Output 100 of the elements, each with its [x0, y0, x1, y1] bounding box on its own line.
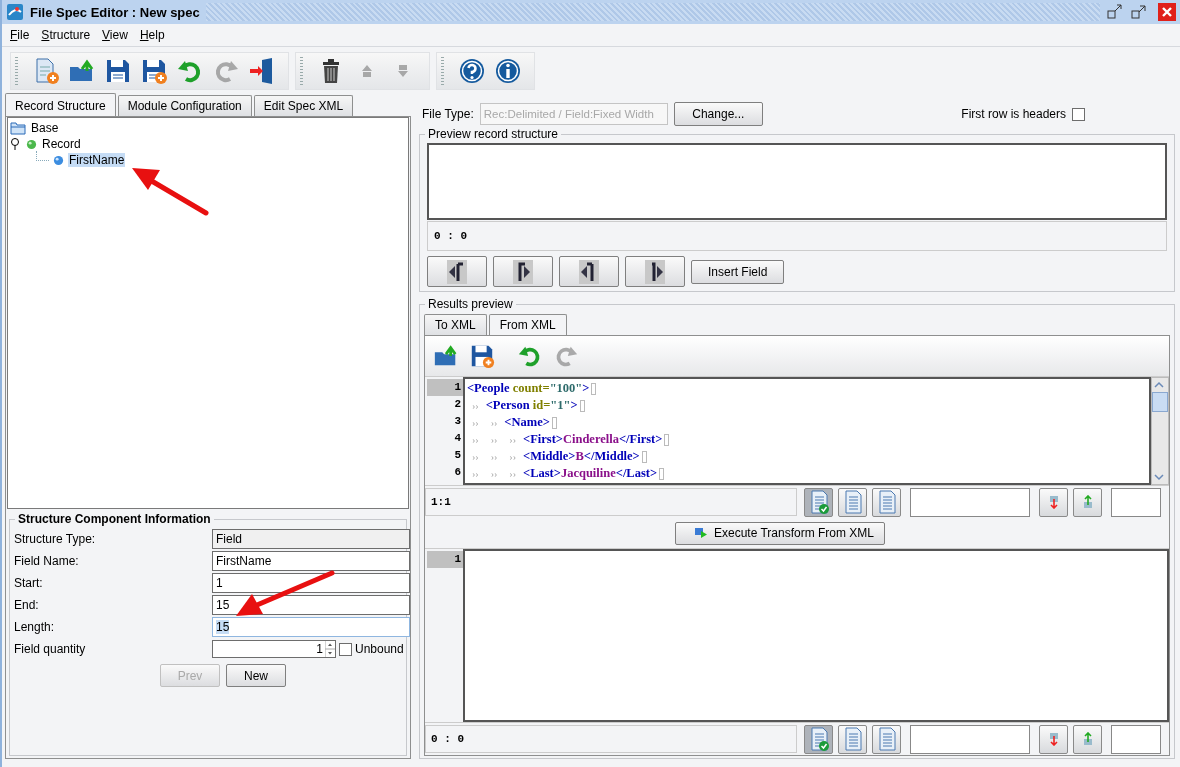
left-end-icon [579, 259, 599, 284]
file-type-label: File Type: [422, 107, 474, 121]
saveas-icon[interactable] [469, 343, 495, 369]
tree-item[interactable]: Record [41, 137, 82, 151]
tab[interactable]: To XML [424, 314, 487, 335]
find-next-button[interactable] [1039, 487, 1068, 517]
input-field[interactable]: FirstName [212, 551, 410, 571]
line-end-icon [659, 467, 665, 480]
close-icon[interactable] [1158, 3, 1176, 21]
tab[interactable]: Module Configuration [117, 95, 252, 116]
tab[interactable]: Record Structure [5, 93, 116, 116]
line-number: 5 [453, 448, 462, 463]
group-title: Results preview [425, 297, 516, 311]
plain-view-button[interactable] [838, 724, 867, 754]
line-number: 6 [453, 465, 462, 480]
right-start-button[interactable] [493, 256, 553, 287]
line-end-icon [664, 433, 670, 446]
input-field[interactable]: 15 [212, 617, 410, 637]
saveas-icon[interactable] [140, 57, 168, 85]
find-previous-button[interactable] [1073, 724, 1102, 754]
group-title: Preview record structure [425, 127, 562, 141]
left-end-button[interactable] [559, 256, 619, 287]
line-end-icon [641, 450, 647, 463]
menu-item[interactable]: Structure [41, 28, 91, 42]
right-start-icon [513, 259, 533, 284]
file-type-field: Rec:Delimited / Field:Fixed Width [479, 103, 668, 125]
down-arrow-icon [1047, 732, 1060, 746]
input-field[interactable]: Field [212, 529, 410, 549]
field-label: End: [14, 598, 40, 612]
node-dot-icon [53, 154, 64, 166]
tab[interactable]: From XML [488, 314, 567, 335]
tab[interactable]: Edit Spec XML [253, 95, 354, 116]
right-end-button[interactable] [625, 256, 685, 287]
checkbox-label: Unbound [355, 642, 404, 656]
node-dot-icon [26, 138, 37, 150]
line-end-icon [551, 416, 557, 429]
code-line: ›› <Person id="1"> [471, 398, 578, 413]
outline-view-button[interactable] [872, 487, 901, 517]
up-arrow-icon [1081, 495, 1094, 509]
expander-icon[interactable] [10, 137, 22, 151]
right-end-icon [645, 259, 665, 284]
app-logo-icon [6, 3, 24, 21]
line-end-icon [591, 382, 597, 395]
field-label: Field Name: [14, 554, 80, 568]
folder-icon [10, 121, 26, 135]
field-label: Length: [14, 620, 56, 634]
help-icon[interactable] [458, 57, 486, 85]
input-field[interactable]: 15 [212, 595, 410, 615]
search-field[interactable] [910, 724, 1030, 754]
menu-item[interactable]: File [10, 28, 30, 42]
insert-field-button[interactable]: Insert Field [691, 259, 785, 284]
change-button[interactable]: Change... [673, 102, 763, 126]
group-title: Structure Component Information [15, 512, 214, 526]
code-line: <People count="100"> [467, 381, 590, 396]
validated-view-button[interactable] [804, 724, 833, 754]
find-next-button[interactable] [1039, 724, 1068, 754]
line-number: 4 [453, 431, 462, 446]
checkbox[interactable] [1072, 107, 1085, 121]
maximize-icon[interactable] [1130, 3, 1148, 21]
input-field[interactable]: 1 [212, 573, 410, 593]
line-number: 1 [427, 379, 463, 396]
info-icon[interactable] [494, 57, 522, 85]
execute-button[interactable]: Execute Transform From XML [674, 521, 885, 545]
tree-item[interactable]: Base [30, 121, 60, 135]
menu-item[interactable]: View [102, 28, 128, 42]
run-icon [693, 527, 708, 539]
field-label: Start: [14, 576, 44, 590]
caret-position: 0 : 0 [425, 725, 797, 753]
checkbox-label: First row is headers [961, 107, 1066, 121]
save-icon[interactable] [104, 57, 132, 85]
code-line: ›› ›› ›› <First>Cinderella</First> [471, 432, 663, 447]
position-label: 0 : 0 [434, 230, 467, 242]
tree-item[interactable]: FirstName [68, 153, 126, 167]
line-number: 3 [453, 414, 462, 429]
code-line: ›› ›› <Name> [471, 415, 550, 430]
left-start-button[interactable] [427, 256, 487, 287]
scroll-thumb[interactable] [1152, 392, 1168, 412]
left-start-icon [447, 259, 467, 284]
spinner-field[interactable]: 1 [212, 640, 336, 658]
input-field[interactable] [1111, 724, 1161, 754]
down-arrow-icon [1047, 495, 1060, 509]
restore-icon[interactable] [1106, 3, 1124, 21]
code-line: ›› ›› ›› <Middle>B</Middle> [471, 449, 640, 464]
menu-item[interactable]: Help [139, 28, 165, 42]
validated-view-button[interactable] [804, 487, 833, 517]
plain-view-button[interactable] [838, 487, 867, 517]
line-end-icon [579, 399, 585, 412]
outline-view-button[interactable] [872, 724, 901, 754]
checkbox[interactable] [339, 642, 352, 656]
search-field[interactable] [910, 487, 1030, 517]
caret-position: 1:1 [425, 488, 797, 516]
spinner-arrows-icon[interactable] [325, 641, 335, 657]
input-field[interactable] [1111, 487, 1161, 517]
line-number: 1 [427, 551, 463, 568]
window-title: File Spec Editor : New spec [30, 4, 200, 20]
field-label: Field quantity [14, 642, 87, 656]
nav-button[interactable]: New [226, 664, 286, 687]
up-arrow-icon [1081, 732, 1094, 746]
find-previous-button[interactable] [1073, 487, 1102, 517]
code-line: ›› ›› ›› <Last>Jacquiline</Last> [471, 466, 658, 481]
